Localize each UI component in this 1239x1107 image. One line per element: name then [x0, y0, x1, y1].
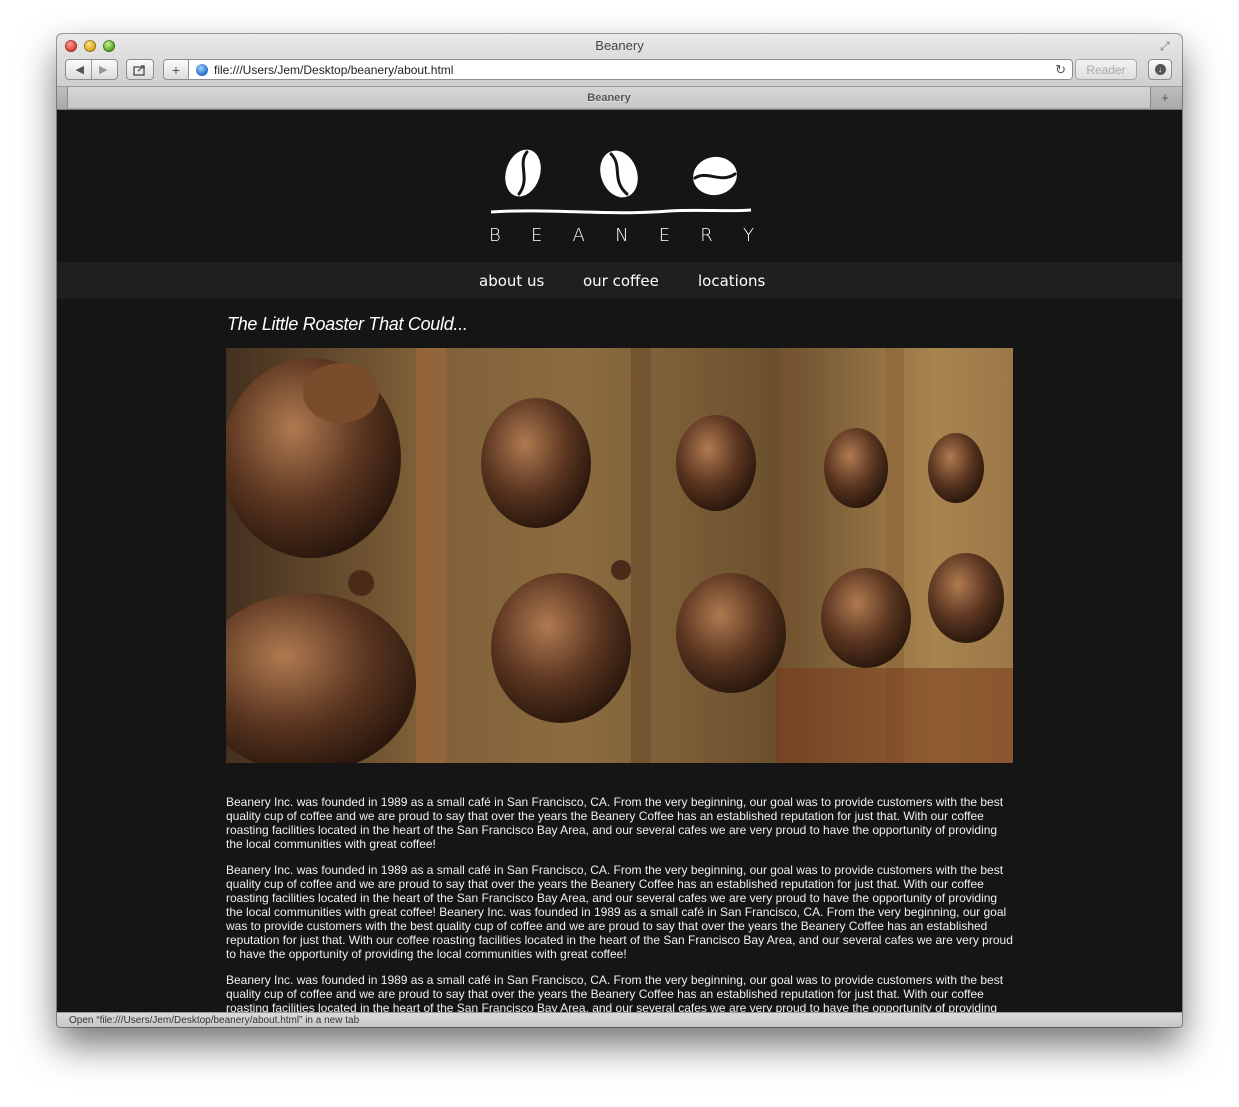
tab-beanery[interactable]: Beanery — [67, 87, 1151, 108]
about-paragraph: Beanery Inc. was founded in 1989 as a sm… — [226, 863, 1013, 961]
logo-letter: E — [530, 225, 543, 246]
status-bar: Open “file:///Users/Jem/Desktop/beanery/… — [57, 1012, 1182, 1027]
address-bar[interactable]: file:///Users/Jem/Desktop/beanery/about.… — [189, 59, 1073, 80]
roaster-hero-image — [226, 348, 1013, 763]
logo-letter: R — [700, 225, 713, 246]
web-page: B E A N E R Y about us our coffee locati… — [57, 110, 1182, 1012]
about-paragraph: Beanery Inc. was founded in 1989 as a sm… — [226, 795, 1004, 851]
about-content: Beanery Inc. was founded in 1989 as a sm… — [226, 795, 1013, 1012]
fullscreen-icon[interactable]: ⤢ — [1160, 39, 1174, 53]
logo-letter: A — [572, 225, 585, 246]
back-icon[interactable]: ◀ — [76, 63, 84, 76]
site-nav: about us our coffee locations — [57, 262, 1182, 299]
downloads-button[interactable]: ↓ — [1148, 59, 1172, 80]
nav-our-coffee[interactable]: our coffee — [583, 272, 659, 290]
logo-wordmark: B E A N E R Y — [489, 225, 754, 246]
logo-letter: E — [658, 225, 671, 246]
about-paragraph: Beanery Inc. was founded in 1989 as a sm… — [226, 973, 1004, 1012]
tab-bar: Beanery + — [57, 87, 1182, 110]
add-bookmark-button[interactable]: + — [163, 59, 189, 80]
logo-letter: B — [489, 225, 501, 246]
nav-locations[interactable]: locations — [698, 272, 765, 290]
download-icon: ↓ — [1154, 64, 1166, 75]
page-title: The Little Roaster That Could... — [227, 314, 468, 334]
browser-window: Beanery ⤢ ◀ ▶ + file:///Users/Jem/Deskto… — [57, 34, 1182, 1027]
logo-letter: Y — [742, 225, 754, 246]
beanery-logo[interactable]: B E A N E R Y — [489, 146, 754, 246]
nav-about-us[interactable]: about us — [479, 272, 544, 290]
reader-button[interactable]: Reader — [1075, 59, 1137, 80]
window-title: Beanery — [595, 38, 644, 53]
coffee-beans-logo-art — [490, 149, 752, 215]
title-toolbar: Beanery ⤢ ◀ ▶ + file:///Users/Jem/Deskto… — [57, 34, 1182, 87]
url-text[interactable]: file:///Users/Jem/Desktop/beanery/about.… — [214, 63, 453, 77]
forward-icon[interactable]: ▶ — [99, 63, 107, 76]
globe-icon — [196, 63, 208, 76]
coffee-roaster-photo — [226, 348, 1013, 763]
reload-icon[interactable]: ↻ — [1055, 62, 1066, 78]
logo-letter: N — [615, 225, 629, 246]
share-button[interactable] — [126, 59, 154, 80]
share-icon — [133, 64, 145, 76]
new-tab-icon[interactable]: + — [1154, 89, 1176, 106]
back-forward-buttons: ◀ ▶ — [65, 59, 118, 80]
